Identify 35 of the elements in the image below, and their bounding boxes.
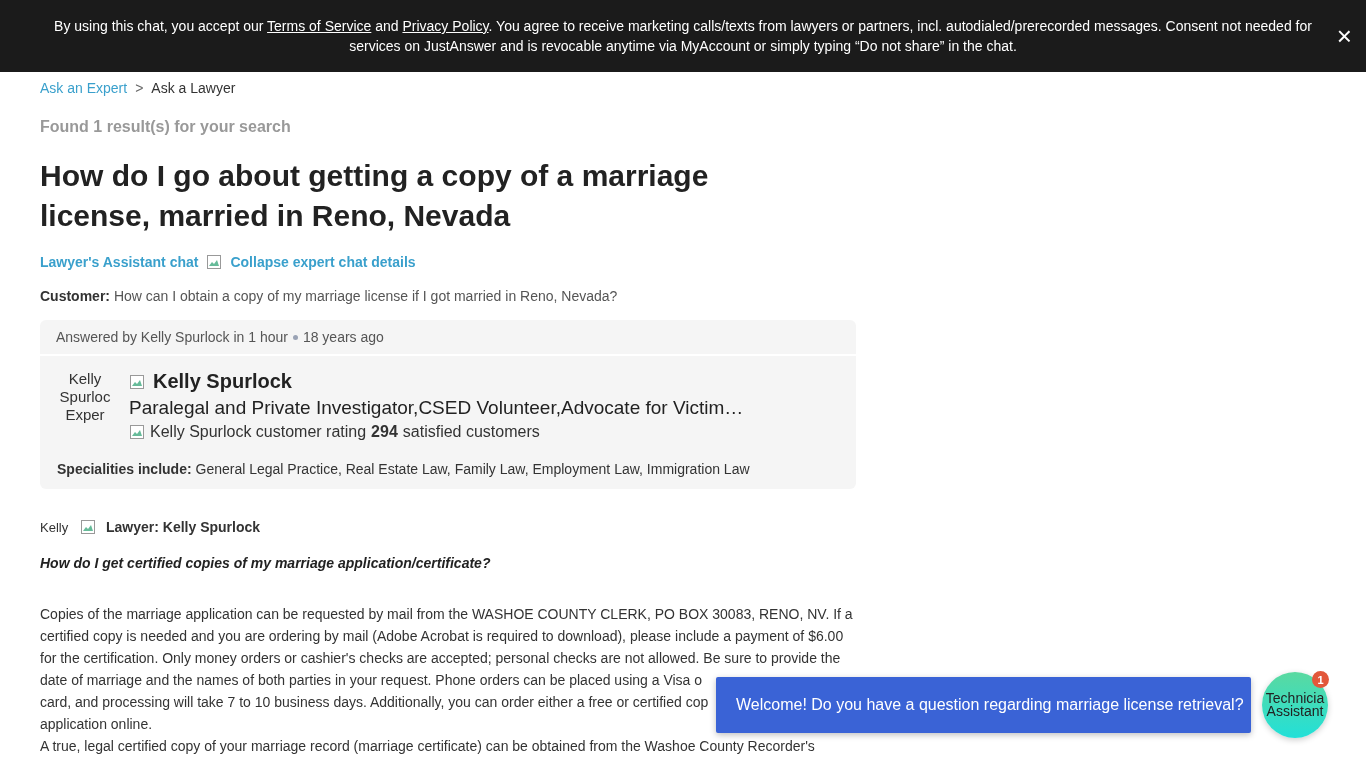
broken-image-icon (206, 254, 223, 270)
answer-text-line: date of marriage and the names of both parties in your request. Phone orders can be placed using a Visa o (40, 671, 703, 690)
answer-author: Lawyer: Kelly Spurlock (106, 519, 261, 535)
result-count: Found 1 result(s) for your search (40, 118, 292, 136)
avatar-alt-text: Kelly (40, 519, 70, 535)
close-button[interactable]: × (1336, 24, 1352, 48)
expert-title: Paralegal and Private Investigator,CSED Volunteer,Advocate for Victim… (129, 397, 745, 419)
specialities-text: Specialities include: General Legal Practice, Real Estate Law, Family Law, Employment Law, Immigration Law (57, 461, 751, 477)
expert-name: Kelly Spurlock (153, 370, 292, 393)
answer-question: How do I get certified copies of my marriage application/certificate? (40, 555, 492, 571)
policy-link[interactable]: Terms of Service (267, 18, 372, 34)
breadcrumb-current: Ask a Lawyer (151, 80, 236, 96)
answer-age: 18 years ago (302, 329, 384, 345)
answer-text-line: card, and processing will take 7 to 10 business days. Additionally, you can order either a free or certified cop (40, 693, 709, 712)
answer-text-line: for the certification. Only money orders or cashier's checks are accepted; personal checks are not allowed. Be sure to provide the (40, 649, 841, 668)
avatar-alt-text: Kelly Spurloc Exper (58, 370, 112, 425)
satisfied-count: 294 (371, 423, 398, 441)
policy-link[interactable]: Privacy Policy (402, 18, 489, 34)
rating-alt-text: Kelly Spurlock customer rating (150, 423, 367, 441)
answer-text-line: application online. (40, 715, 153, 734)
consent-text: By using this chat, you accept our Terms of Service and Privacy Policy. You agree to receive marketing calls/texts from lawyers or partners, incl. autodialed/prerecorded messages. Consent not needed for services on JustAnswer and is revocable anytime via MyAccount or simply typing “Do not share” in the chat. (53, 17, 1313, 56)
broken-image-icon (80, 519, 96, 535)
answered-info: Answered by Kelly Spurlock in 1 hour (56, 329, 288, 345)
satisfied-label: satisfied customers (402, 423, 540, 441)
broken-image-icon (129, 373, 145, 390)
breadcrumb-separator: > (135, 80, 144, 96)
dot-separator (292, 334, 298, 340)
chat-welcome-bubble[interactable]: Welcome! Do you have a question regarding marriage license retrieval? (716, 677, 1251, 733)
customer-question: Customer: How can I obtain a copy of my marriage license if I got married in Reno, Nevada? (40, 288, 619, 304)
answer-text-line: certified copy is needed and you are ordering by mail (Adobe Acrobat is required to download), please include a payment of $6.00 (40, 627, 844, 646)
answer-text-line: Copies of the marriage application can be requested by mail from the WASHOE COUNTY CLERK, PO BOX 30083, RENO, NV. If a (40, 605, 853, 624)
question-title: How do I go about getting a copy of a marriage license, married in Reno, Nevada (40, 158, 710, 234)
notification-badge: 1 (1312, 671, 1329, 688)
answer-text-line: A true, legal certified copy of your marriage record (marriage certificate) can be obtained from the Washoe County Recorder's (40, 737, 815, 756)
broken-image-icon (129, 424, 145, 440)
